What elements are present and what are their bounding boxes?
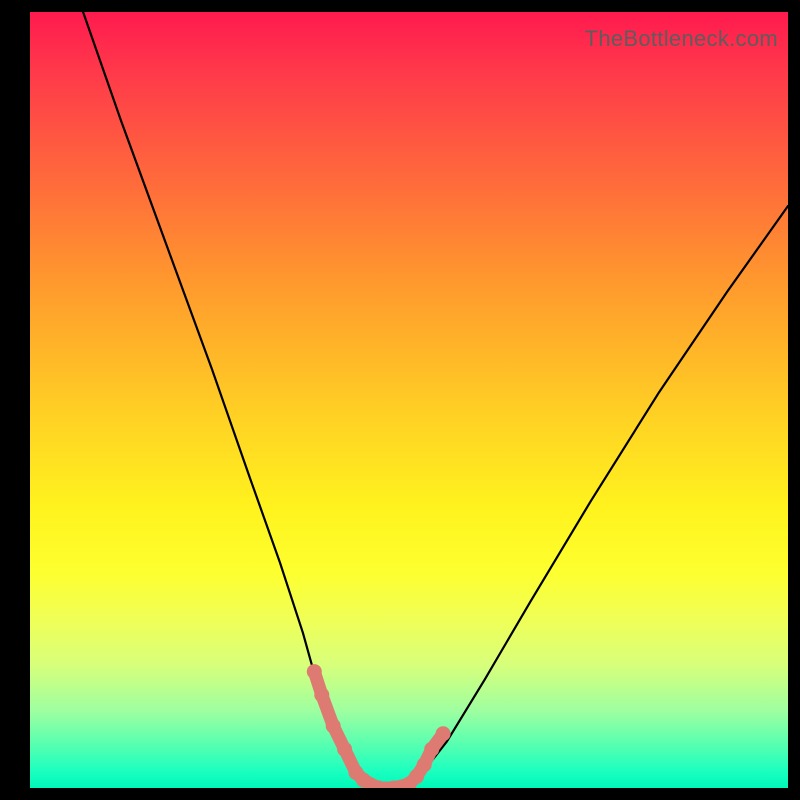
highlight-dot	[337, 742, 352, 757]
chart-plot-area: TheBottleneck.com	[30, 12, 788, 788]
salmon-dots	[307, 664, 451, 788]
highlight-dot	[436, 726, 451, 741]
chart-svg	[30, 12, 788, 788]
chart-stage: TheBottleneck.com	[0, 0, 800, 800]
highlight-dot	[356, 773, 371, 788]
highlight-dot	[417, 757, 432, 772]
main-curve	[83, 12, 788, 788]
highlight-dot	[307, 664, 322, 679]
highlight-dot	[424, 742, 439, 757]
highlight-dot	[326, 718, 341, 733]
highlight-dot	[314, 687, 329, 702]
